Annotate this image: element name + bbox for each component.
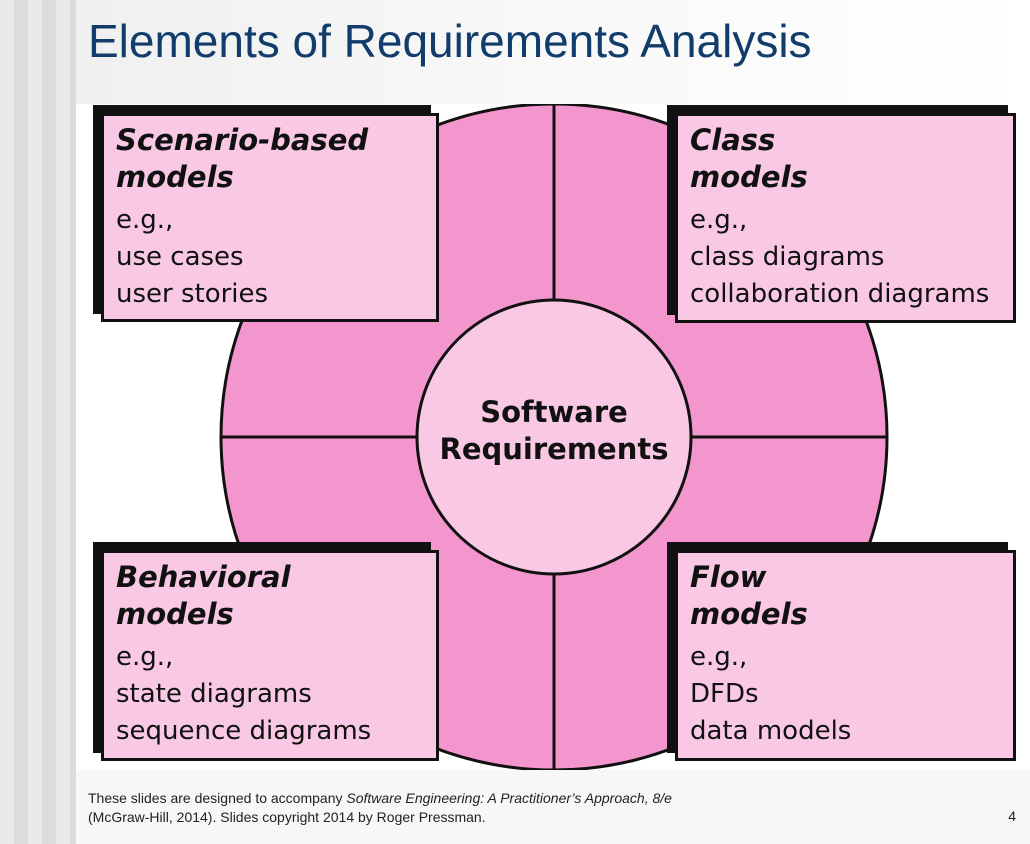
page-number: 4 (1008, 808, 1016, 824)
example-line3: data models (690, 716, 852, 746)
box-heading: Scenario-based models (116, 122, 426, 196)
footer-line1: These slides are designed to accompany S… (88, 789, 672, 808)
heading-line1: Flow (690, 560, 767, 594)
example-line2: class diagrams (690, 242, 885, 272)
flow-models-box: Flow models e.g., DFDs data models (675, 550, 1016, 761)
center-label: Software Requirements (420, 394, 688, 468)
behavioral-models-box: Behavioral models e.g., state diagrams s… (101, 550, 439, 761)
box-examples: e.g., class diagrams collaboration diagr… (690, 202, 1003, 313)
box-heading: Behavioral models (116, 559, 426, 633)
example-line1: e.g., (116, 642, 174, 672)
scenario-models-box: Scenario-based models e.g., use cases us… (101, 113, 439, 322)
heading-line1: Behavioral (116, 560, 291, 594)
footer-text1: These slides are designed to accompany (88, 790, 347, 806)
example-line1: e.g., (116, 205, 174, 235)
heading-line2: models (690, 160, 808, 194)
requirements-diagram: Software Requirements Scenario-based mod… (76, 104, 1030, 770)
example-line2: state diagrams (116, 679, 312, 709)
example-line1: e.g., (690, 205, 748, 235)
example-line3: collaboration diagrams (690, 279, 990, 309)
class-models-box: Class models e.g., class diagrams collab… (675, 113, 1016, 323)
center-label-line1: Software (480, 395, 628, 429)
heading-line1: Scenario-based (116, 123, 369, 157)
center-label-line2: Requirements (439, 432, 669, 466)
example-line2: DFDs (690, 679, 759, 709)
footer-credit: These slides are designed to accompany S… (88, 789, 672, 827)
box-heading: Class models (690, 122, 1003, 196)
box-examples: e.g., DFDs data models (690, 639, 1003, 750)
example-line3: user stories (116, 279, 269, 309)
example-line2: use cases (116, 242, 244, 272)
example-line1: e.g., (690, 642, 748, 672)
heading-line2: models (116, 597, 234, 631)
footer-line2: (McGraw-Hill, 2014). Slides copyright 20… (88, 809, 486, 825)
heading-line2: models (690, 597, 808, 631)
slide-title: Elements of Requirements Analysis (88, 15, 812, 67)
box-examples: e.g., use cases user stories (116, 202, 426, 313)
heading-line1: Class (690, 123, 776, 157)
left-stripe-decoration (0, 0, 76, 844)
heading-line2: models (116, 160, 234, 194)
box-heading: Flow models (690, 559, 1003, 633)
footer-book-title: Software Engineering: A Practitioner’s A… (346, 790, 672, 806)
box-examples: e.g., state diagrams sequence diagrams (116, 639, 426, 750)
example-line3: sequence diagrams (116, 716, 372, 746)
